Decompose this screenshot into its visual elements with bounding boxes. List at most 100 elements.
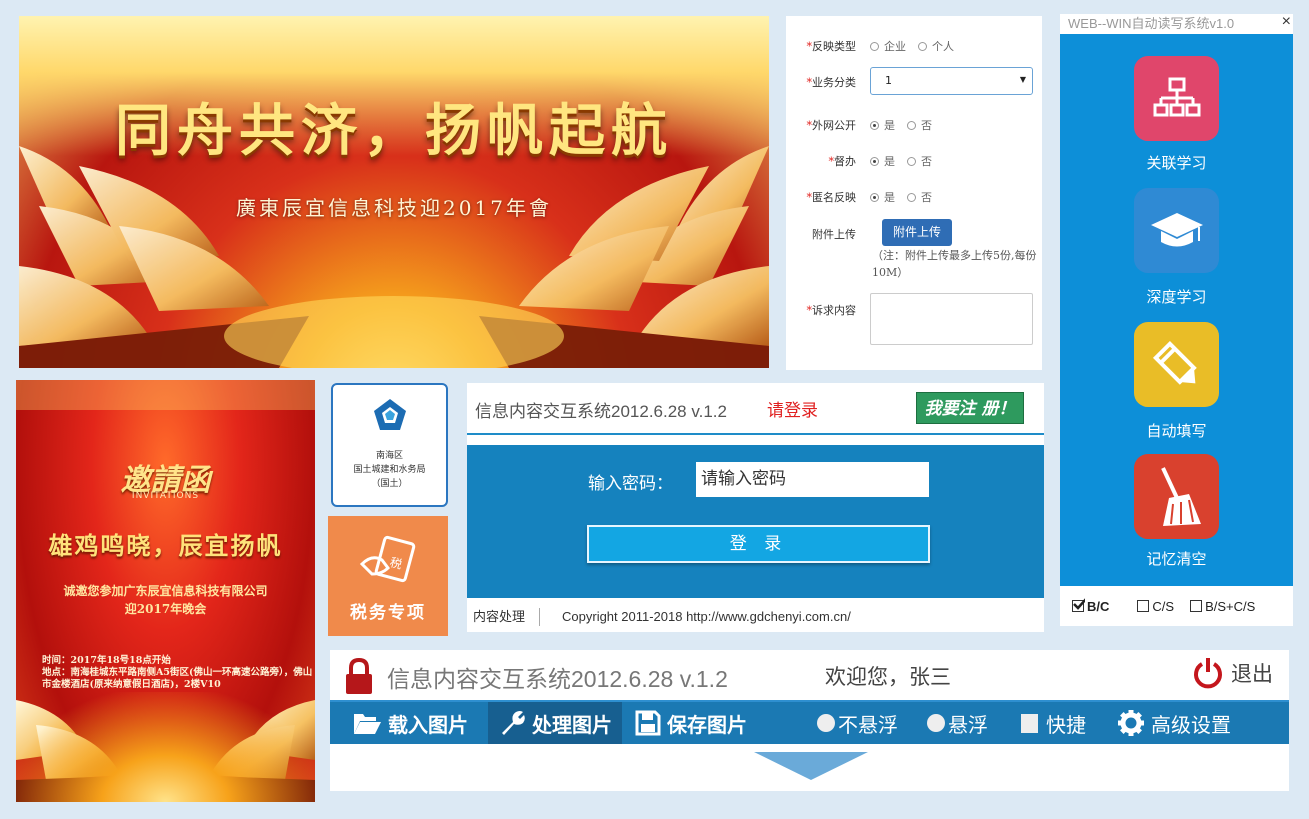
logout-button[interactable]: 退出 — [1231, 658, 1273, 688]
mode-cs[interactable]: C/S — [1137, 599, 1174, 614]
mode-bs-cs[interactable]: B/S+C/S — [1190, 599, 1255, 614]
radio-no[interactable] — [907, 192, 916, 202]
upload-attachment-button[interactable]: 附件上传 — [882, 219, 952, 246]
radio-yes[interactable] — [870, 192, 879, 202]
complaint-form: *反映类型 企业 个人 *业务分类 1 ▼ *外网公开 是 否 *督办 是 否 … — [786, 16, 1042, 370]
radio-label: 是 — [884, 155, 895, 168]
business-category-select[interactable]: 1 ▼ — [870, 67, 1033, 95]
power-icon[interactable] — [1193, 656, 1223, 690]
option-label: 不悬浮 — [838, 712, 898, 737]
option-label: 高级设置 — [1151, 712, 1231, 737]
invitation-details: 时间：2017年18号18点开始 地点：南海桂城东平路南侧A5街区(佛山一环高速… — [42, 655, 314, 691]
tax-card-icon: 税 — [359, 535, 416, 583]
tax-special-tile[interactable]: 税 税务专项 — [328, 516, 448, 636]
radio-yes[interactable] — [870, 156, 879, 166]
login-header: 信息内容交互系统2012.6.28 v.1.2 请登录 我要注 册！ — [467, 383, 1044, 435]
no-float-radio[interactable]: 不悬浮 — [817, 702, 898, 744]
lock-icon — [346, 658, 372, 694]
network-icon — [1153, 77, 1200, 116]
process-image-button[interactable]: 处理图片 — [488, 702, 622, 744]
radio-no[interactable] — [907, 120, 916, 130]
radio-yes[interactable] — [870, 120, 879, 130]
button-label: 载入图片 — [388, 712, 468, 737]
button-label: 处理图片 — [532, 712, 612, 737]
graduation-cap-icon — [1150, 212, 1203, 246]
auto-read-write-panel: WEB--WIN自动读写系统v1.0 × 关联学习 深度学习 自动填写 记忆清空… — [1060, 12, 1293, 626]
tile-auto-fill[interactable] — [1134, 322, 1219, 407]
password-input[interactable]: 请输入密码 — [696, 462, 929, 497]
invitation-card: 邀請函 INVITATIONS 雄鸡鸣晓，辰宜扬帆 诚邀您参加广东辰宜信息科技有… — [16, 380, 315, 802]
mode-bc[interactable]: B/C — [1072, 597, 1109, 614]
form-row-supervise: *督办 是 否 — [786, 153, 1042, 169]
tile-clear-memory[interactable] — [1134, 454, 1219, 539]
field-label: 匿名反映 — [812, 191, 856, 204]
banner-title: 同舟共济，扬帆起航 — [115, 98, 673, 164]
radio-label: 企业 — [884, 40, 906, 53]
copyright-text: Copyright 2011-2018 http://www.gdchenyi.… — [562, 609, 851, 624]
float-radio[interactable]: 悬浮 — [927, 702, 988, 744]
invitation-slogan: 雄鸡鸣晓，辰宜扬帆 — [48, 531, 283, 560]
invitation-line2: 迎2017年晚会 — [124, 602, 207, 616]
tile-line1: 南海区 — [375, 451, 403, 461]
mode-label: B/S+C/S — [1205, 598, 1256, 614]
advanced-settings-button[interactable]: 高级设置 — [1117, 702, 1231, 744]
floppy-disk-icon — [635, 710, 661, 736]
invitation-line1: 诚邀您参加广东辰宜信息科技有限公司 — [63, 584, 268, 598]
save-image-button[interactable]: 保存图片 — [635, 702, 747, 744]
field-label: 督办 — [834, 155, 856, 168]
field-label: 外网公开 — [812, 119, 856, 132]
collapse-arrow-icon[interactable] — [754, 752, 868, 780]
invitation-body: 诚邀您参加广东辰宜信息科技有限公司 迎2017年晚会 — [16, 582, 315, 618]
login-panel: 信息内容交互系统2012.6.28 v.1.2 请登录 我要注 册！ 输入密码：… — [467, 383, 1044, 632]
login-form: 输入密码： 请输入密码 登 录 — [467, 445, 1044, 598]
shortcut-checkbox[interactable]: 快捷 — [1021, 702, 1086, 744]
tile-association-learning[interactable] — [1134, 56, 1219, 141]
option-label: 悬浮 — [948, 712, 988, 737]
mode-selector: B/C C/S B/S+C/S — [1060, 586, 1293, 626]
field-label: 诉求内容 — [812, 304, 856, 317]
option-label: 快捷 — [1046, 712, 1086, 737]
radio-icon — [817, 714, 835, 732]
svg-text:税: 税 — [388, 555, 403, 572]
appeal-content-textarea[interactable] — [870, 293, 1033, 345]
toolbar-bar: 载入图片 处理图片 保存图片 不悬浮 悬浮 快捷 高级设置 — [330, 700, 1289, 744]
radio-label: 是 — [884, 119, 895, 132]
checkbox-checked-icon — [1072, 597, 1085, 612]
radio-enterprise[interactable] — [870, 41, 879, 51]
checkbox-icon — [1190, 599, 1203, 612]
close-icon[interactable]: × — [1282, 12, 1291, 32]
wrench-icon — [502, 711, 525, 735]
toolbar-header: 信息内容交互系统2012.6.28 v.1.2 欢迎您，张三 退出 — [330, 650, 1289, 700]
invitation-glow — [16, 692, 315, 802]
select-value: 1 — [885, 74, 892, 87]
checkbox-icon — [1021, 713, 1038, 733]
tile-deep-learning[interactable] — [1134, 188, 1219, 273]
upload-label: 附件上传 — [812, 228, 856, 241]
radio-no[interactable] — [907, 156, 916, 166]
land-bureau-tile[interactable]: 南海区 国土城建和水务局 （国土） — [331, 383, 448, 507]
invitation-heading-en: INVITATIONS — [131, 491, 200, 501]
window-titlebar: WEB--WIN自动读写系统v1.0 × — [1060, 12, 1293, 34]
upload-note: （注：附件上传最多上传5份,每份10M） — [872, 249, 1037, 279]
register-button[interactable]: 我要注 册！ — [916, 392, 1024, 424]
pencil-icon — [1152, 340, 1197, 385]
broom-icon — [1160, 466, 1201, 526]
window-title: WEB--WIN自动读写系统v1.0 — [1068, 16, 1235, 31]
radio-label: 是 — [884, 191, 895, 204]
load-image-button[interactable]: 载入图片 — [352, 702, 468, 744]
form-row-complaint-type: *反映类型 企业 个人 — [786, 38, 1042, 54]
tile-label: 记忆清空 — [1146, 550, 1207, 568]
radio-label: 个人 — [932, 40, 954, 53]
radio-individual[interactable] — [918, 41, 927, 51]
tile-label: 关联学习 — [1146, 154, 1207, 172]
gear-icon — [1118, 710, 1144, 736]
welcome-text: 欢迎您，张三 — [825, 665, 951, 689]
login-footer: 内容处理 Copyright 2011-2018 http://www.gdch… — [467, 601, 1044, 632]
radio-icon — [927, 714, 945, 732]
banner-subtitle: 廣東辰宜信息科技迎2017年會 — [236, 196, 552, 220]
tile-line2: 国土城建和水务局 — [353, 465, 426, 475]
please-login-text: 请登录 — [767, 401, 818, 421]
login-button[interactable]: 登 录 — [587, 525, 930, 563]
radio-label: 否 — [921, 155, 932, 168]
content-processing-link[interactable]: 内容处理 — [467, 607, 541, 626]
